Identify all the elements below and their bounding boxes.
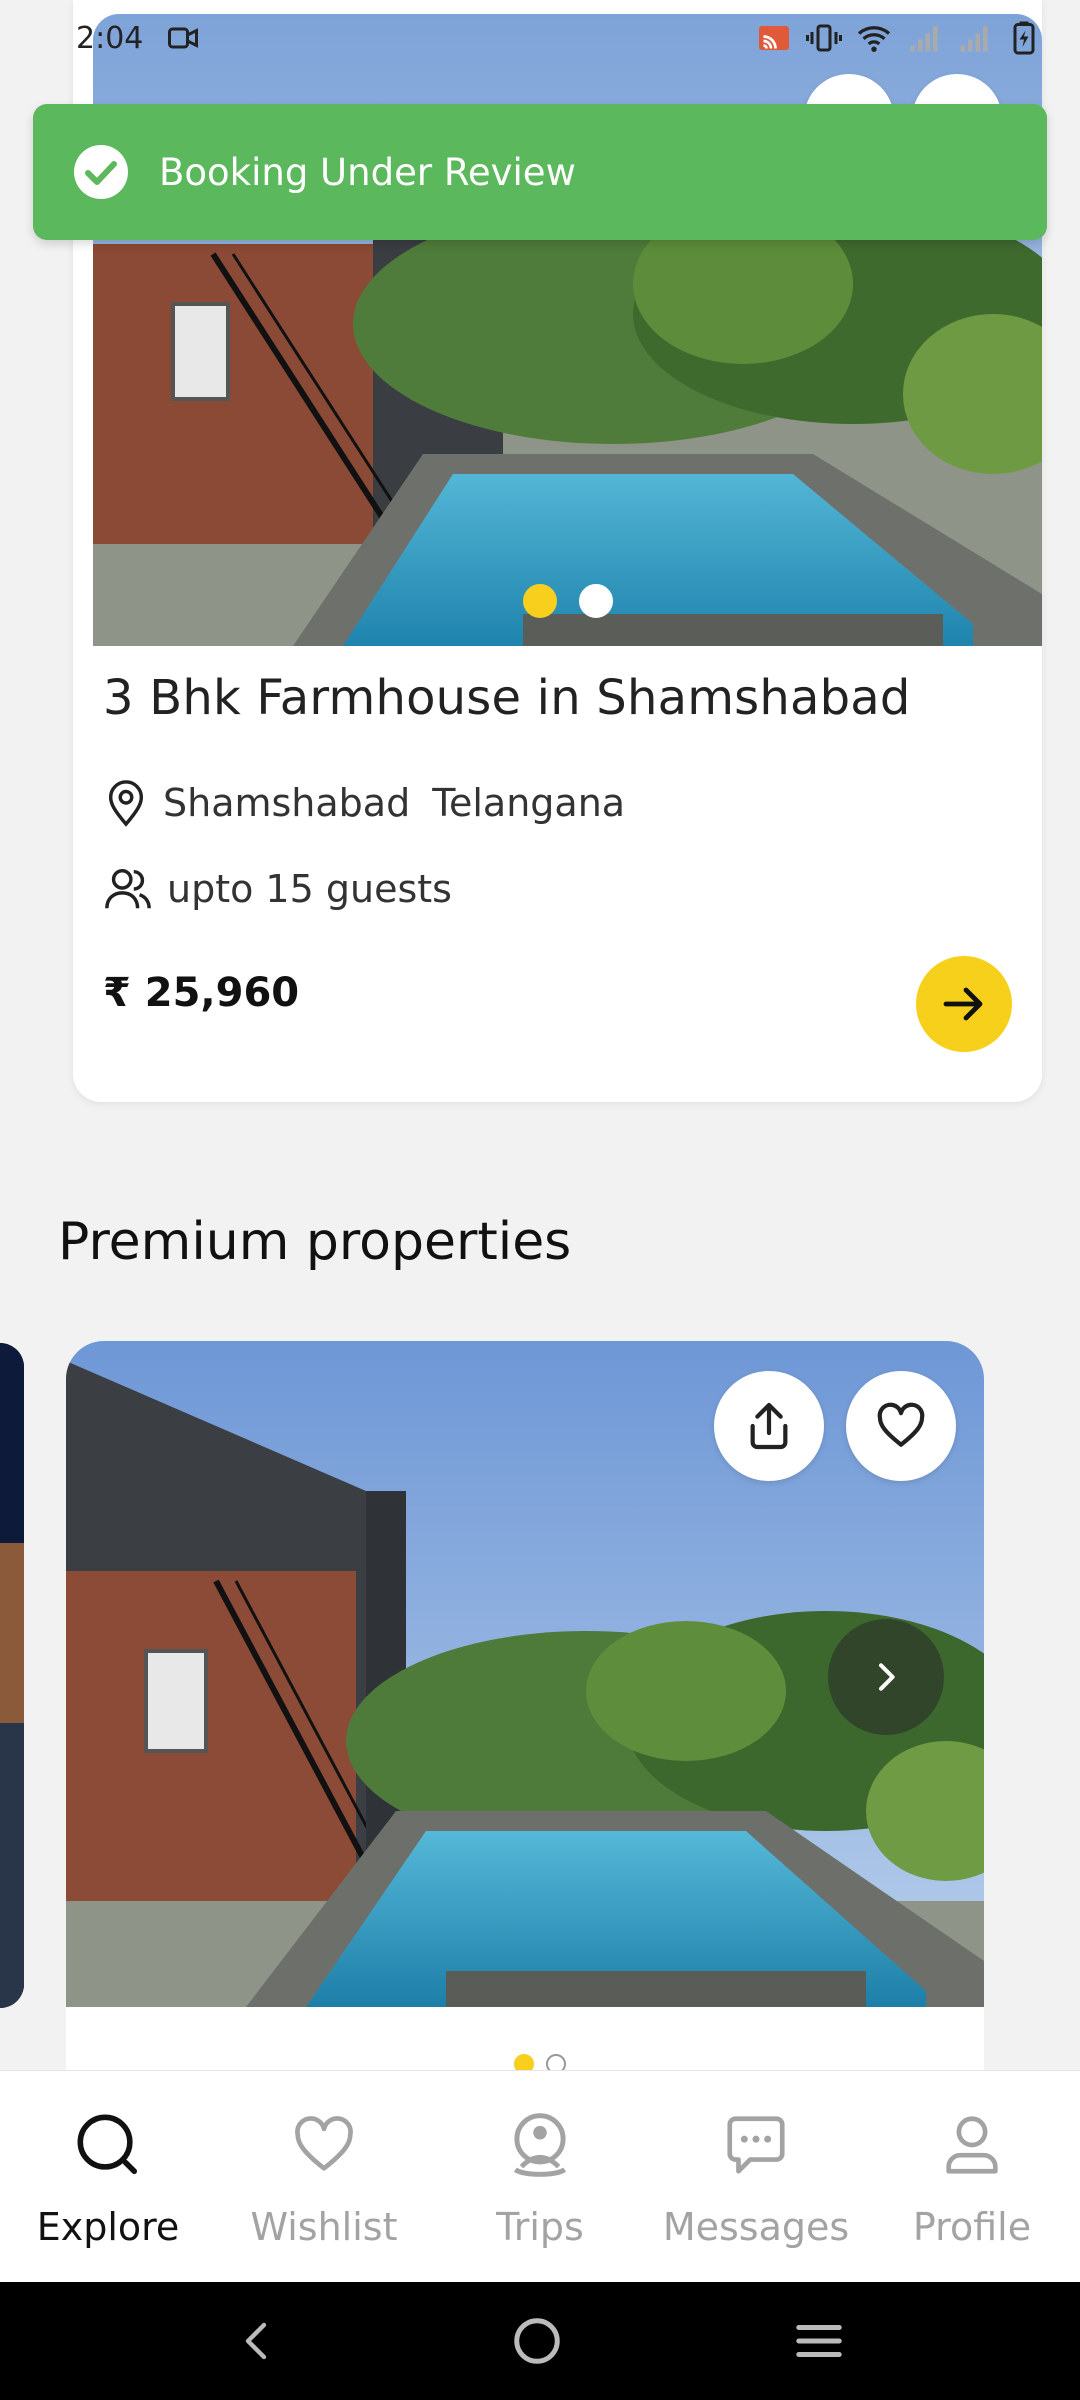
nav-label: Messages <box>662 2205 850 2249</box>
battery-icon <box>1013 21 1035 55</box>
listing-guests: upto 15 guests <box>103 864 452 914</box>
carousel-dot[interactable] <box>578 584 613 618</box>
listing-carousel-dots <box>93 584 1042 618</box>
booking-toast: Booking Under Review <box>33 104 1047 240</box>
listing-price: ₹ 25,960 <box>103 970 300 1016</box>
carousel-dot[interactable] <box>522 584 557 618</box>
listing-location: Shamshabad Telangana <box>103 778 625 828</box>
listing-title: 3 Bhk Farmhouse in Shamshabad <box>103 670 911 726</box>
status-time: 2:04 <box>76 20 144 56</box>
profile-icon <box>932 2105 1012 2185</box>
back-icon[interactable] <box>234 2317 282 2365</box>
menu-icon[interactable] <box>792 2314 846 2368</box>
listing-city: Shamshabad <box>163 781 411 825</box>
heart-icon <box>877 1402 925 1447</box>
chevron-right-icon <box>879 1663 895 1691</box>
vibrate-icon <box>806 24 842 52</box>
nav-explore[interactable]: Explore <box>0 2071 216 2282</box>
chat-icon <box>716 2105 796 2185</box>
signal-icon <box>960 26 988 52</box>
view-listing-button[interactable] <box>916 956 1012 1052</box>
toast-message: Booking Under Review <box>159 150 576 194</box>
guests-icon <box>105 869 151 909</box>
status-left: 2:04 <box>76 20 201 56</box>
wishlist-button[interactable] <box>846 1371 956 1481</box>
nav-label: Wishlist <box>250 2205 398 2249</box>
wifi-icon <box>857 26 891 52</box>
status-bar: 2:04 <box>0 0 1080 76</box>
home-icon[interactable] <box>510 2314 564 2368</box>
next-image-button[interactable] <box>828 1619 944 1735</box>
property-photo-peek <box>0 1343 24 2008</box>
nav-label: Trips <box>496 2205 584 2249</box>
system-navigation-bar <box>0 2282 1080 2400</box>
nav-label: Profile <box>912 2205 1032 2249</box>
listing-state: Telangana <box>432 781 626 825</box>
arrow-right-icon <box>943 987 983 1021</box>
trips-icon <box>500 2105 580 2185</box>
nav-profile[interactable]: Profile <box>864 2071 1080 2282</box>
premium-property-card[interactable] <box>66 1341 984 2081</box>
cast-icon <box>759 26 789 50</box>
share-button[interactable] <box>714 1371 824 1481</box>
premium-actions <box>714 1371 956 1481</box>
signal-icon <box>910 26 938 52</box>
check-circle-icon <box>74 145 128 199</box>
status-right <box>756 20 1042 56</box>
nav-trips[interactable]: Trips <box>432 2071 648 2282</box>
nav-label: Explore <box>36 2205 180 2249</box>
bottom-navigation: Explore Wishlist Trips Messages Profile <box>0 2070 1080 2282</box>
previous-property-card[interactable] <box>0 1343 24 2008</box>
heart-icon <box>284 2105 364 2185</box>
nav-wishlist[interactable]: Wishlist <box>216 2071 432 2282</box>
search-icon <box>68 2105 148 2185</box>
guests-text: upto 15 guests <box>167 867 452 911</box>
location-pin-icon <box>108 780 144 827</box>
share-icon <box>750 1402 788 1450</box>
nav-messages[interactable]: Messages <box>648 2071 864 2282</box>
section-title-premium: Premium properties <box>58 1212 572 1272</box>
video-icon <box>168 27 199 49</box>
